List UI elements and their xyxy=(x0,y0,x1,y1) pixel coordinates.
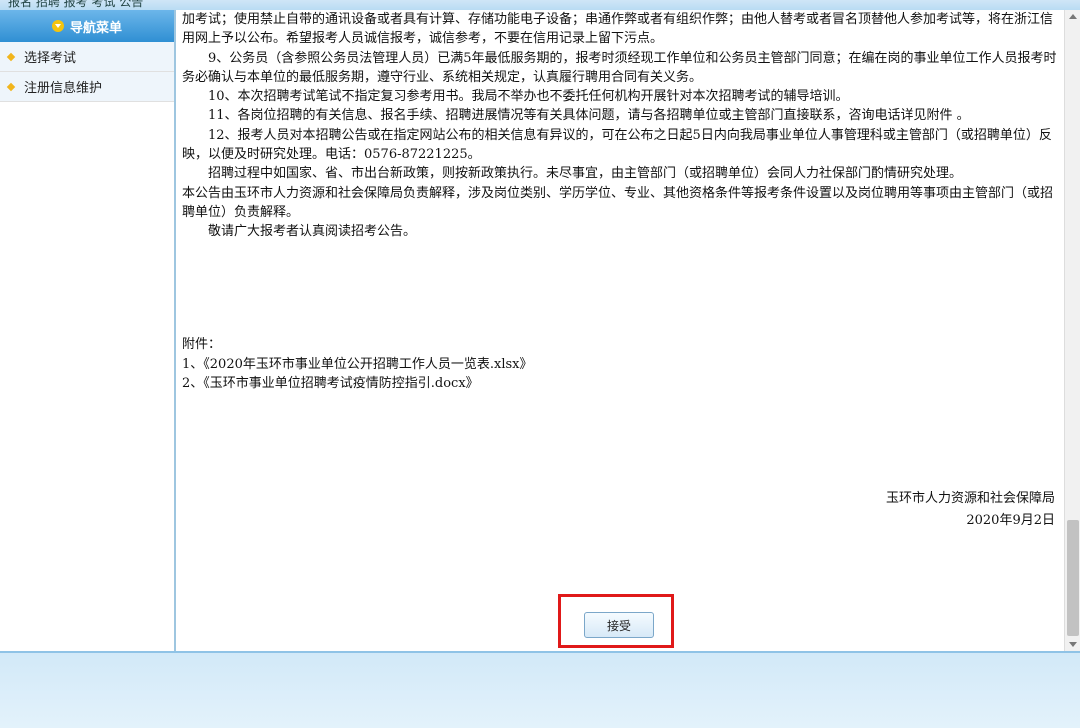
paragraph: 12、报考人员对本招聘公告或在指定网站公布的相关信息有异议的，可在公布之日起5日… xyxy=(182,127,1052,163)
bullet-icon xyxy=(6,82,16,91)
nav-menu-header: 导航菜单 xyxy=(0,10,174,42)
accept-button-highlight: 接受 xyxy=(558,594,674,648)
accept-button[interactable]: 接受 xyxy=(584,612,654,638)
chevron-down-icon xyxy=(51,20,64,32)
announcement-panel: 加考试；使用禁止自带的通讯设备或者具有计算、存储功能电子设备；串通作弊或者有组织… xyxy=(175,10,1065,651)
scroll-down-icon[interactable] xyxy=(1069,642,1077,647)
paragraph: 招聘过程中如国家、省、市出台新政策，则按新政策执行。未尽事宜，由主管部门（或招聘… xyxy=(182,166,963,182)
signature-date: 2020年9月2日 xyxy=(966,513,1055,528)
footer-bar xyxy=(0,651,1080,728)
sidebar-item-label: 注册信息维护 xyxy=(24,81,103,96)
attachments-section: 附件： 1、《2020年玉环市事业单位公开招聘工作人员一览表.xlsx》 2、《… xyxy=(182,335,532,394)
window-titlebar: 报名 招聘 报考 考试 公告 xyxy=(0,0,1080,10)
bullet-icon xyxy=(6,52,16,61)
paragraph: 敬请广大报考者认真阅读招考公告。 xyxy=(182,224,417,240)
scroll-up-icon[interactable] xyxy=(1069,14,1077,19)
attachments-title: 附件： xyxy=(182,337,222,352)
sidebar-item-select-exam[interactable]: 选择考试 xyxy=(0,42,174,72)
paragraph: 加考试；使用禁止自带的通讯设备或者具有计算、存储功能电子设备；串通作弊或者有组织… xyxy=(182,12,1054,47)
sidebar: 导航菜单 选择考试 注册信息维护 xyxy=(0,10,175,651)
vertical-scrollbar[interactable] xyxy=(1064,10,1080,651)
attachment-link[interactable]: 2、《玉环市事业单位招聘考试疫情防控指引.docx》 xyxy=(182,374,532,394)
announcement-text: 加考试；使用禁止自带的通讯设备或者具有计算、存储功能电子设备；串通作弊或者有组织… xyxy=(182,10,1058,242)
paragraph: 11、各岗位招聘的有关信息、报名手续、招聘进展情况等有关具体问题，请与各招聘单位… xyxy=(182,108,970,124)
signature-org: 玉环市人力资源和社会保障局 xyxy=(885,491,1055,506)
sidebar-item-label: 选择考试 xyxy=(24,51,77,66)
nav-menu-title: 导航菜单 xyxy=(69,20,122,36)
paragraph: 10、本次招聘考试笔试不指定复习参考用书。我局不举办也不委托任何机构开展针对本次… xyxy=(182,89,849,105)
window-title: 报名 招聘 报考 考试 公告 xyxy=(8,0,144,9)
signature-block: 玉环市人力资源和社会保障局 2020年9月2日 xyxy=(886,488,1055,532)
scrollbar-thumb[interactable] xyxy=(1067,520,1079,636)
attachment-link[interactable]: 1、《2020年玉环市事业单位公开招聘工作人员一览表.xlsx》 xyxy=(182,355,532,375)
paragraph: 本公告由玉环市人力资源和社会保障局负责解释，涉及岗位类别、学历学位、专业、其他资… xyxy=(182,185,1054,220)
sidebar-item-registration-info[interactable]: 注册信息维护 xyxy=(0,72,174,102)
paragraph: 9、公务员（含参照公务员法管理人员）已满5年最低服务期的，报考时须经现工作单位和… xyxy=(182,50,1057,85)
